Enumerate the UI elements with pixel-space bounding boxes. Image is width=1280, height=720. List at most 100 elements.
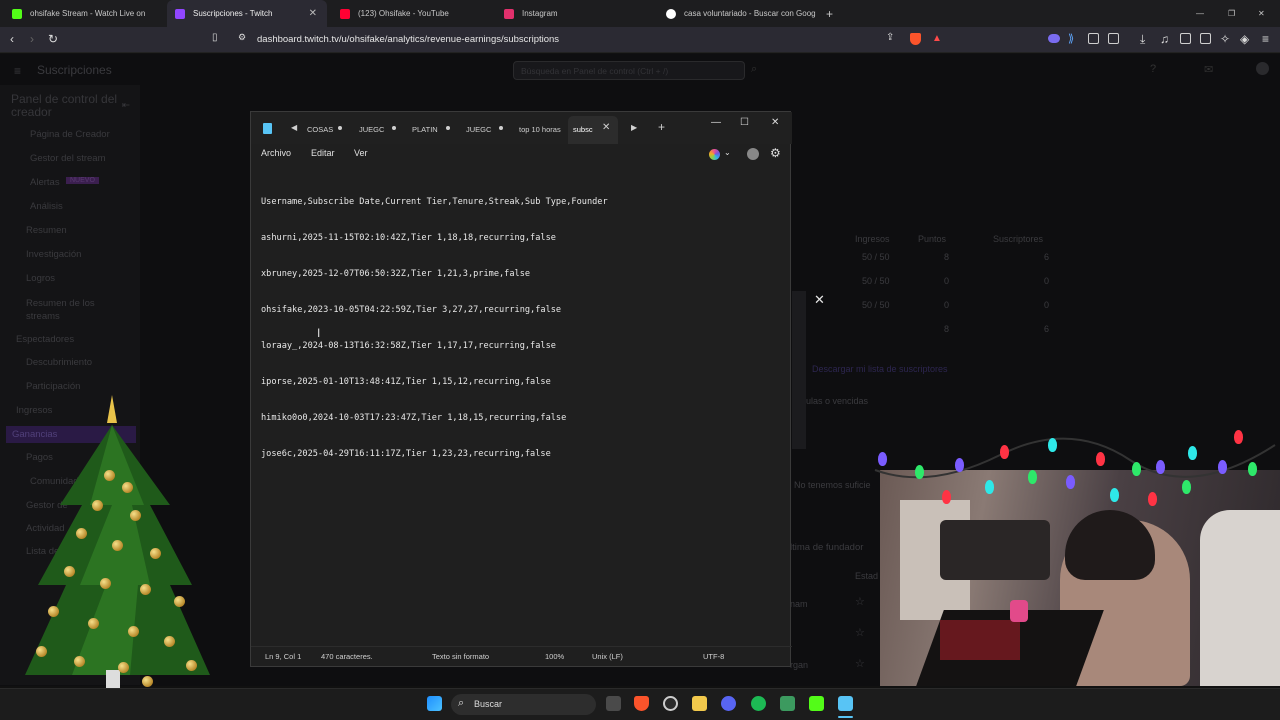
share-icon[interactable]: ⇪	[886, 32, 894, 43]
light-bulb	[942, 490, 951, 504]
chevron-down-icon[interactable]: ⌄	[724, 148, 731, 157]
sidebar-item-stream-manager[interactable]: Gestor del stream	[30, 153, 106, 164]
ornament	[150, 548, 161, 559]
menu-editar[interactable]: Editar	[311, 148, 335, 158]
hamburger-icon[interactable]: ≡	[14, 64, 21, 78]
forward-icon[interactable]: ›	[30, 32, 34, 46]
close-modal-icon[interactable]: ✕	[814, 292, 825, 308]
sidebar-item-achievements[interactable]: Logros	[26, 273, 55, 284]
download-subscribers-link[interactable]: Descargar mi lista de suscriptores	[812, 364, 948, 374]
extension-icon[interactable]	[1048, 34, 1060, 43]
ornament	[112, 540, 123, 551]
reload-icon[interactable]: ↻	[48, 32, 58, 46]
collapse-icon[interactable]: ⇤	[122, 100, 130, 111]
sidebar-item-creator-page[interactable]: Página de Creador	[30, 129, 110, 140]
file-explorer-icon[interactable]	[692, 696, 707, 711]
account-icon[interactable]	[747, 148, 759, 160]
close-tab-icon[interactable]: ✕	[309, 8, 317, 19]
notepad-tab[interactable]: JUEGC	[359, 125, 384, 134]
taskbar-search[interactable]: ⌕ Buscar	[451, 694, 596, 715]
sidebar-icon[interactable]	[1180, 33, 1191, 44]
star-icon[interactable]: ☆	[855, 595, 865, 608]
inbox-icon[interactable]: ✉	[1204, 63, 1213, 76]
notepad-tab[interactable]: PLATIN	[412, 125, 438, 134]
new-tab-icon[interactable]: +	[658, 120, 665, 134]
settings-gear-icon[interactable]: ⚙	[770, 146, 781, 160]
star-icon[interactable]: ☆	[855, 657, 865, 670]
tab-instagram[interactable]: Instagram	[496, 0, 656, 27]
notepad-tab[interactable]: top 10 horas	[519, 125, 561, 134]
sidebar-item-analytics[interactable]: Análisis	[30, 201, 63, 212]
column-header: Ingresos	[855, 234, 890, 244]
site-info-icon[interactable]: ⚙	[238, 32, 246, 43]
extension-icon[interactable]: ⟫	[1068, 32, 1074, 45]
wallet-icon[interactable]	[1200, 33, 1211, 44]
scroll-tabs-left-icon[interactable]: ◀	[291, 123, 297, 132]
notepad-text-area[interactable]: Username,Subscribe Date,Current Tier,Ten…	[261, 172, 781, 484]
text-format[interactable]: Texto sin formato	[432, 652, 489, 661]
star-icon[interactable]: ☆	[855, 626, 865, 639]
column-header: Puntos	[918, 234, 947, 244]
extensions-puzzle-icon[interactable]	[1088, 33, 1099, 44]
tab-google[interactable]: casa voluntariado - Buscar con Goog	[660, 0, 820, 27]
minimize-icon[interactable]: —	[1196, 0, 1208, 27]
vpn-icon[interactable]: ◈	[1240, 32, 1249, 46]
menu-icon[interactable]: ≡	[1262, 32, 1269, 46]
dashboard-search-input[interactable]: Búsqueda en Panel de control (Ctrl + /)	[521, 66, 668, 76]
encoding[interactable]: UTF-8	[703, 652, 724, 661]
ornament	[76, 528, 87, 539]
kick-app-icon[interactable]	[809, 696, 824, 711]
minimize-icon[interactable]: —	[711, 117, 721, 128]
notepad-tab[interactable]: COSAS	[307, 125, 333, 134]
music-icon[interactable]: ♫	[1160, 32, 1169, 46]
discord-icon[interactable]	[721, 696, 736, 711]
maximize-icon[interactable]: ☐	[740, 117, 749, 128]
sidebar-item-research[interactable]: Investigación	[26, 249, 81, 260]
brave-rewards-icon[interactable]: ▲	[932, 33, 942, 44]
brave-shield-icon[interactable]	[910, 33, 921, 45]
restore-icon[interactable]: ❐	[1228, 0, 1240, 27]
menu-ver[interactable]: Ver	[354, 148, 368, 158]
media-icon[interactable]	[1108, 33, 1119, 44]
sidebar-item-stream-summary[interactable]: Resumen de los streams	[26, 297, 126, 323]
tab-kick[interactable]: ohsifake Stream - Watch Live on	[6, 0, 164, 27]
downloads-icon[interactable]: ⤓	[1140, 32, 1145, 47]
copilot-icon[interactable]	[709, 149, 720, 160]
sidebar-item-engagement[interactable]: Participación	[26, 381, 80, 392]
scroll-tabs-right-icon[interactable]: ▶	[631, 123, 637, 132]
sidebar-item-overview[interactable]: Resumen	[26, 225, 67, 236]
close-tab-icon[interactable]: ✕	[602, 122, 610, 133]
tab-twitch[interactable]: Suscripciones - Twitch ✕	[167, 0, 327, 27]
notepad-icon	[263, 123, 272, 134]
back-icon[interactable]: ‹	[10, 32, 14, 46]
modal-scrollbar[interactable]	[792, 291, 806, 449]
url-field[interactable]: dashboard.twitch.tv/u/ohsifake/analytics…	[257, 31, 977, 49]
sidebar-item-discovery[interactable]: Descubrimiento	[26, 357, 92, 368]
new-tab-button[interactable]: +	[826, 0, 842, 27]
notepad-tab[interactable]: JUEGC	[466, 125, 491, 134]
start-windows-icon[interactable]	[427, 696, 442, 711]
obs-icon[interactable]	[663, 696, 678, 711]
leo-ai-icon[interactable]: ✧	[1220, 32, 1230, 46]
light-bulb	[1156, 460, 1165, 474]
help-icon[interactable]: ?	[1150, 63, 1156, 75]
search-icon[interactable]: ⌕	[751, 63, 757, 76]
line-ending[interactable]: Unix (LF)	[592, 652, 623, 661]
app-icon[interactable]	[780, 696, 795, 711]
task-view-icon[interactable]	[606, 696, 621, 711]
notepad-app-icon[interactable]	[838, 696, 853, 711]
menu-archivo[interactable]: Archivo	[261, 148, 291, 158]
close-window-icon[interactable]: ✕	[1258, 0, 1270, 27]
text-line: ashurni,2025-11-15T02:10:42Z,Tier 1,18,1…	[261, 233, 556, 243]
brave-browser-icon[interactable]	[634, 696, 649, 711]
bookmark-icon[interactable]: ▯	[212, 32, 218, 43]
zoom-level[interactable]: 100%	[545, 652, 564, 661]
close-window-icon[interactable]: ✕	[771, 117, 779, 128]
sidebar-item-alerts[interactable]: Alertas	[30, 177, 60, 188]
tab-youtube[interactable]: (123) Ohsifake - YouTube	[332, 0, 492, 27]
spotify-icon[interactable]	[751, 696, 766, 711]
notepad-tab-active[interactable]: subsc	[573, 125, 593, 134]
avatar[interactable]	[1256, 62, 1269, 75]
ornament	[164, 636, 175, 647]
text-line: Username,Subscribe Date,Current Tier,Ten…	[261, 197, 608, 207]
